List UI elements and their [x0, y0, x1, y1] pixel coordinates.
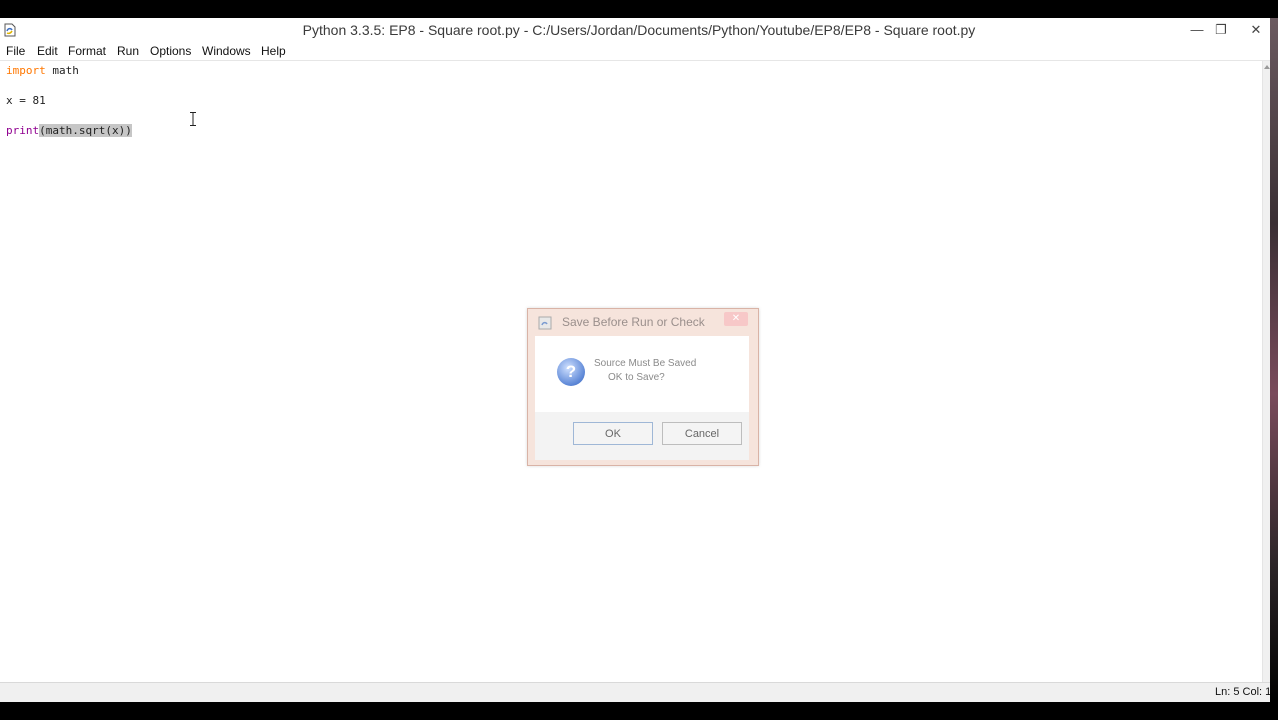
dialog-message-line-2: OK to Save?	[608, 372, 665, 383]
title-bar[interactable]: Python 3.3.5: EP8 - Square root.py - C:/…	[0, 18, 1270, 42]
cancel-button[interactable]: Cancel	[662, 422, 742, 445]
dialog-message-line-1: Source Must Be Saved	[594, 358, 697, 369]
menu-help[interactable]: Help	[261, 44, 286, 58]
menu-format[interactable]: Format	[68, 44, 106, 58]
vertical-scrollbar[interactable]	[1262, 61, 1270, 682]
menu-bar: File Edit Format Run Options Windows Hel…	[0, 42, 1270, 61]
menu-edit[interactable]: Edit	[37, 44, 58, 58]
ibeam-cursor-icon	[190, 112, 196, 126]
window-title: Python 3.3.5: EP8 - Square root.py - C:/…	[302, 22, 976, 38]
code-text: math	[45, 64, 79, 77]
selected-text: (math.sqrt(x))	[39, 124, 132, 137]
cursor-position: Ln: 5 Col: 1	[1215, 686, 1270, 698]
screen-bottom-bar	[0, 702, 1278, 720]
question-icon: ?	[557, 358, 585, 386]
restore-button[interactable]: ❐	[1210, 20, 1232, 40]
code-line-3: x = 81	[6, 94, 46, 107]
dialog-title: Save Before Run or Check	[562, 315, 705, 329]
screen-top-bar	[0, 0, 1278, 18]
dialog-body: ? Source Must Be Saved OK to Save?	[535, 336, 749, 412]
dialog-footer: OK Cancel	[535, 412, 749, 460]
idle-dialog-icon	[538, 316, 552, 330]
keyword-print: print	[6, 124, 40, 137]
code-line-5: print(math.sqrt(x))	[6, 124, 132, 137]
dialog-close-button[interactable]: ✕	[724, 312, 748, 326]
minimize-button[interactable]: —	[1186, 20, 1208, 40]
close-button[interactable]: ✕	[1245, 20, 1267, 40]
status-bar: Ln: 5 Col: 1	[0, 682, 1270, 702]
save-dialog: Save Before Run or Check ✕ ? Source Must…	[527, 308, 759, 466]
menu-options[interactable]: Options	[150, 44, 191, 58]
menu-file[interactable]: File	[6, 44, 25, 58]
menu-windows[interactable]: Windows	[202, 44, 251, 58]
ok-button[interactable]: OK	[573, 422, 653, 445]
keyword-import: import	[6, 64, 46, 77]
background-desktop-strip	[1270, 18, 1278, 702]
menu-run[interactable]: Run	[117, 44, 139, 58]
code-line-1: import math	[6, 64, 79, 77]
